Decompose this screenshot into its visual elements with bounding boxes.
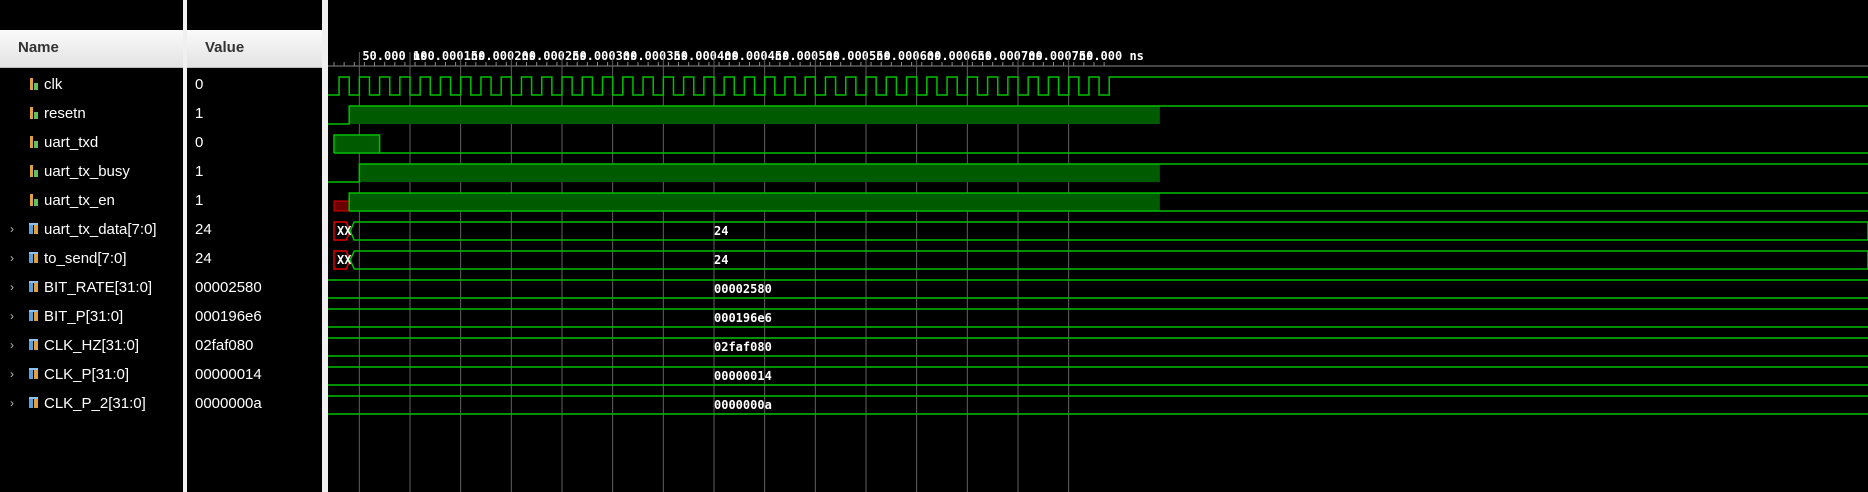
signal-value: 00000014 xyxy=(195,366,262,383)
expand-chevron-icon[interactable]: › xyxy=(10,222,14,236)
signal-value: 0 xyxy=(195,76,204,93)
signal-name: resetn xyxy=(44,105,86,122)
waveform-canvas[interactable]: 50.000 ns100.000 ns150.000 ns200.000 ns2… xyxy=(328,0,1868,492)
bit-signal-icon xyxy=(30,165,38,177)
signal-value: 00002580 xyxy=(195,279,262,296)
signal-name: uart_tx_data[7:0] xyxy=(44,221,157,238)
clk-hz-value-label: 02faf080 xyxy=(714,340,772,354)
uart-tx-data-wave xyxy=(349,221,1868,241)
uart-tx-en-unknown xyxy=(333,200,350,212)
signal-name: uart_tx_busy xyxy=(44,163,130,180)
bus-signal-icon xyxy=(29,252,38,263)
expand-chevron-icon[interactable]: › xyxy=(10,251,14,265)
bit-signal-icon xyxy=(30,136,38,148)
bit-signal-icon xyxy=(30,194,38,206)
signal-row[interactable]: clk 0 xyxy=(0,70,322,99)
bus-signal-icon xyxy=(29,397,38,408)
waveform-panel[interactable]: 50.000 ns 100.000 ns 150.000 ns 200.000 ns 2… xyxy=(328,0,1868,492)
signal-name: clk xyxy=(44,76,63,93)
signal-row[interactable]: › uart_tx_data[7:0] 24 xyxy=(0,215,322,244)
signal-value: 1 xyxy=(195,192,204,209)
signal-name: uart_txd xyxy=(44,134,99,151)
bus-signal-icon xyxy=(29,223,38,234)
signal-value: 0000000a xyxy=(195,395,262,412)
uart-txd-wave xyxy=(333,134,1868,154)
name-header-label: Name xyxy=(18,39,59,56)
time-tick-label: 750.000 ns xyxy=(1072,49,1144,63)
bit-signal-icon xyxy=(30,78,38,90)
resetn-wave-fill xyxy=(349,106,1160,124)
uart-txd-wave-fill xyxy=(334,135,380,153)
to-send-wave xyxy=(349,250,1868,270)
clk-p-2-value-label: 0000000a xyxy=(714,398,772,412)
signal-row[interactable]: uart_tx_en 1 xyxy=(0,186,322,215)
bus-signal-icon xyxy=(29,339,38,350)
signal-name: to_send[7:0] xyxy=(44,250,127,267)
signal-row[interactable]: › CLK_HZ[31:0] 02faf080 xyxy=(0,331,322,360)
signal-name: BIT_P[31:0] xyxy=(44,308,124,325)
signal-name-panel: Name Value clk 0 resetn 1 uart_txd 0 uart_tx_b… xyxy=(0,0,328,492)
signal-value: 000196e6 xyxy=(195,308,262,325)
bit-p-value-label: 000196e6 xyxy=(714,311,772,325)
signal-value: 24 xyxy=(195,221,212,238)
signal-row[interactable]: › CLK_P[31:0] 00000014 xyxy=(0,360,322,389)
expand-chevron-icon[interactable]: › xyxy=(10,338,14,352)
uart-tx-data-value-label: 24 xyxy=(714,224,728,238)
signal-row[interactable]: uart_tx_busy 1 xyxy=(0,157,322,186)
signal-row[interactable]: › to_send[7:0] 24 xyxy=(0,244,322,273)
signal-name: BIT_RATE[31:0] xyxy=(44,279,153,296)
signal-value: 02faf080 xyxy=(195,337,254,354)
signal-name: CLK_P[31:0] xyxy=(44,366,130,383)
expand-chevron-icon[interactable]: › xyxy=(10,367,14,381)
clk-p-value-label: 00000014 xyxy=(714,369,772,383)
signal-value: 0 xyxy=(195,134,204,151)
uart-tx-en-wave-fill xyxy=(349,193,1160,211)
signal-value: 1 xyxy=(195,105,204,122)
bus-signal-icon xyxy=(29,310,38,321)
bit-rate-value-label: 00002580 xyxy=(714,282,772,296)
expand-chevron-icon[interactable]: › xyxy=(10,309,14,323)
signal-name: CLK_HZ[31:0] xyxy=(44,337,140,354)
signal-row[interactable]: › BIT_RATE[31:0] 00002580 xyxy=(0,273,322,302)
bus-signal-icon xyxy=(29,368,38,379)
bit-signal-icon xyxy=(30,107,38,119)
expand-chevron-icon[interactable]: › xyxy=(10,396,14,410)
bus-signal-icon xyxy=(29,281,38,292)
signal-name: uart_tx_en xyxy=(44,192,115,209)
name-column-header[interactable]: Name xyxy=(0,30,183,68)
to-send-value-label: 24 xyxy=(714,253,728,267)
signal-row[interactable]: resetn 1 xyxy=(0,99,322,128)
signal-value: 1 xyxy=(195,163,204,180)
signal-name: CLK_P_2[31:0] xyxy=(44,395,146,412)
value-header-label: Value xyxy=(205,39,245,56)
value-column-header[interactable]: Value xyxy=(187,30,326,68)
signal-row[interactable]: › CLK_P_2[31:0] 0000000a xyxy=(0,389,322,418)
expand-chevron-icon[interactable]: › xyxy=(10,280,14,294)
signal-row[interactable]: uart_txd 0 xyxy=(0,128,322,157)
signal-row[interactable]: › BIT_P[31:0] 000196e6 xyxy=(0,302,322,331)
signal-value: 24 xyxy=(195,250,212,267)
uart-tx-busy-wave-fill xyxy=(359,164,1160,182)
clk-wave xyxy=(328,76,1868,96)
